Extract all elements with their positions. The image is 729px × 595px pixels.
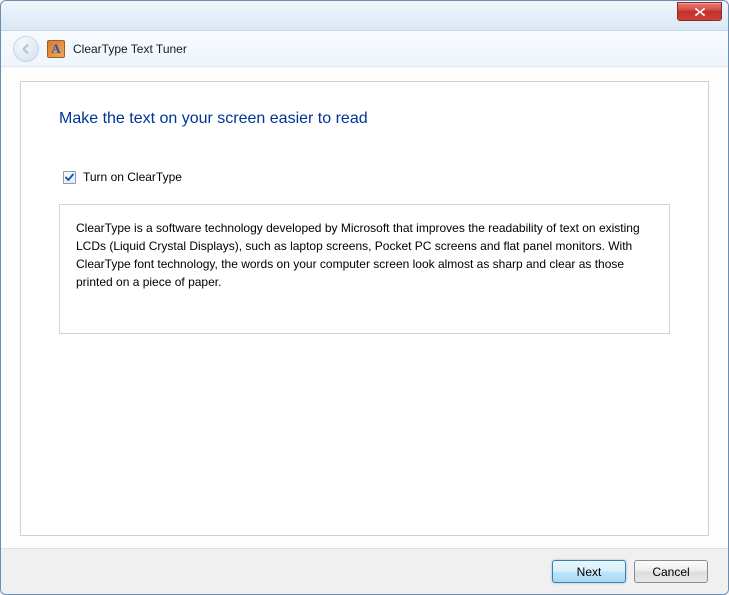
cleartype-checkbox-row: Turn on ClearType bbox=[63, 170, 670, 184]
titlebar bbox=[1, 1, 728, 31]
app-icon: A bbox=[47, 40, 65, 58]
back-button bbox=[13, 36, 39, 62]
footer-bar: Next Cancel bbox=[1, 548, 728, 594]
app-icon-letter: A bbox=[51, 42, 60, 55]
header-bar: A ClearType Text Tuner bbox=[1, 31, 728, 67]
info-text-box: ClearType is a software technology devel… bbox=[59, 204, 670, 334]
wizard-window: A ClearType Text Tuner Make the text on … bbox=[0, 0, 729, 595]
next-button[interactable]: Next bbox=[552, 560, 626, 583]
info-text: ClearType is a software technology devel… bbox=[76, 221, 640, 289]
cancel-button[interactable]: Cancel bbox=[634, 560, 708, 583]
window-title: ClearType Text Tuner bbox=[73, 42, 187, 56]
page-heading: Make the text on your screen easier to r… bbox=[59, 110, 670, 128]
checkmark-icon bbox=[64, 172, 75, 183]
close-icon bbox=[694, 7, 706, 17]
close-button[interactable] bbox=[677, 2, 722, 21]
cleartype-checkbox[interactable] bbox=[63, 171, 76, 184]
back-arrow-icon bbox=[19, 42, 33, 56]
cleartype-checkbox-label[interactable]: Turn on ClearType bbox=[83, 170, 182, 184]
content-panel: Make the text on your screen easier to r… bbox=[20, 81, 709, 536]
